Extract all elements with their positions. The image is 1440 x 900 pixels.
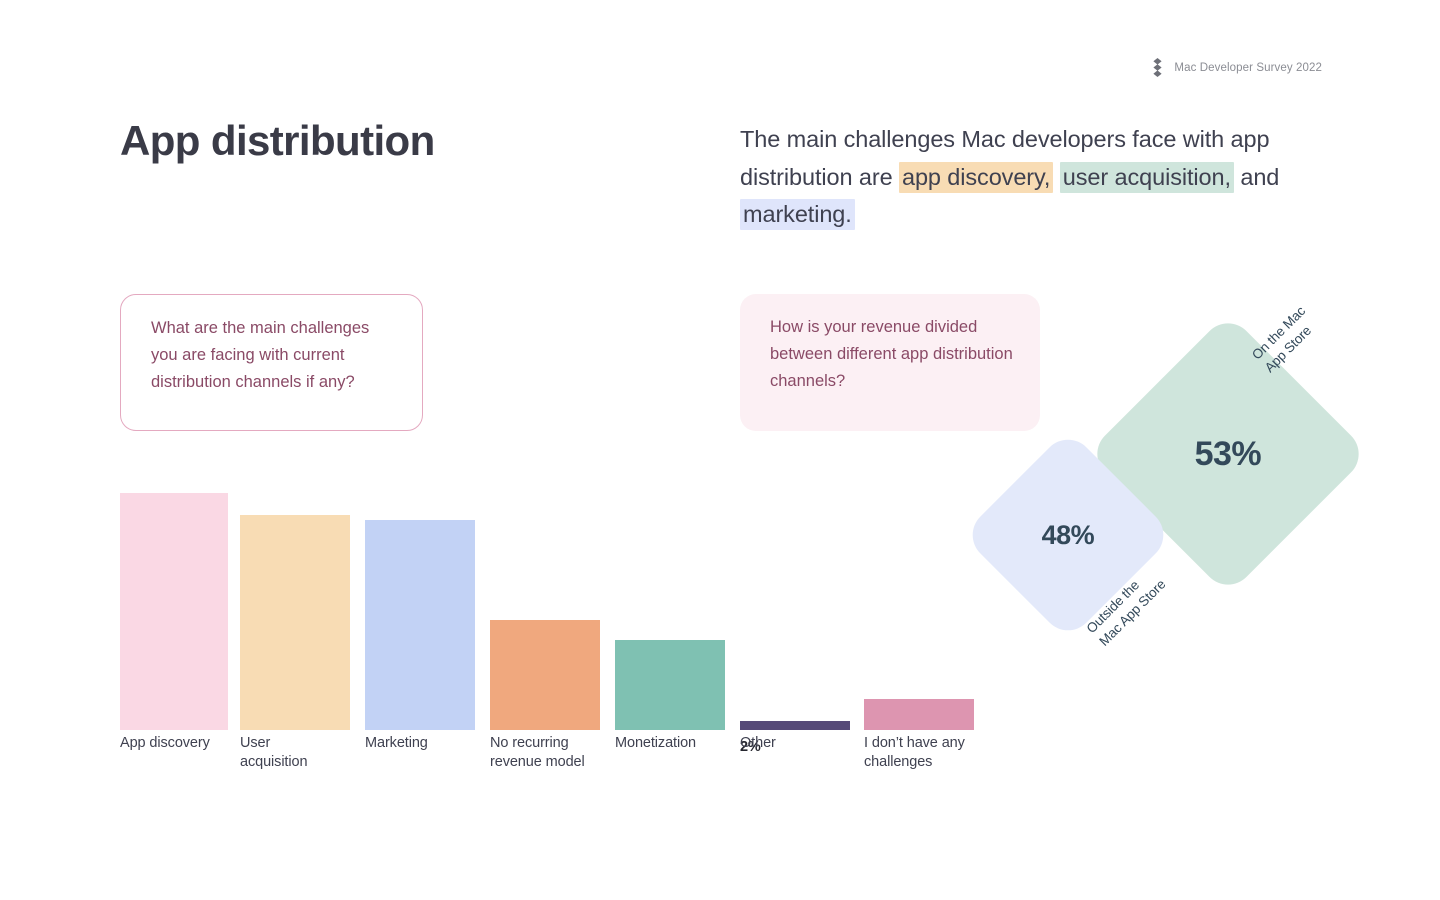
bar-category-label: App discovery <box>120 735 210 751</box>
revenue-split-diagram: 53% On the Mac App Store 48% Outside the… <box>960 280 1380 680</box>
slide-canvas: Mac Developer Survey 2022 App distributi… <box>0 0 1440 900</box>
diamond-value-label: 53% <box>1194 434 1262 473</box>
summary-text-part-3: and <box>1233 163 1280 190</box>
diamond-value-label: 48% <box>1041 519 1095 550</box>
bar-category-label: User acquisition <box>240 735 308 770</box>
bar-rect[interactable] <box>490 620 600 730</box>
bar-rect[interactable] <box>615 640 725 730</box>
bar-rect[interactable] <box>365 520 475 730</box>
highlight-user-acquisition: user acquisition, <box>1059 161 1234 193</box>
brand-header: Mac Developer Survey 2022 <box>1150 58 1322 77</box>
bar-category-label: Marketing <box>365 735 428 751</box>
highlight-marketing: marketing. <box>740 199 855 230</box>
bar-chart: 57% App discovery 52% User acquisition 5… <box>120 470 1000 790</box>
summary-statement: The main challenges Mac developers face … <box>740 121 1310 234</box>
bar-rect[interactable] <box>864 699 974 730</box>
page-title: App distribution <box>120 117 435 164</box>
summary-text-part-2 <box>1053 164 1059 190</box>
stacked-diamonds-logo-icon <box>1153 58 1162 77</box>
bar-rect[interactable] <box>120 493 228 730</box>
bar-group-no-recurring-revenue-model: 27% No recurring revenue model <box>490 470 600 790</box>
bar-category-label: Other <box>740 735 776 751</box>
bar-group-app-discovery: 57% App discovery <box>120 470 228 790</box>
question-callout-challenges: What are the main challenges you are fac… <box>120 294 423 431</box>
diamond-label-on-mac-app-store: On the Mac App Store <box>1249 303 1315 376</box>
bar-category-label: Monetization <box>615 735 697 751</box>
brand-title: Mac Developer Survey 2022 <box>1174 61 1322 74</box>
bar-group-marketing: 51% Marketing <box>365 470 475 790</box>
bar-group-user-acquisition: 52% User acquisition <box>240 470 350 790</box>
bar-group-other: 2% Other <box>740 470 850 790</box>
highlight-app-discovery: app discovery, <box>898 161 1054 193</box>
bar-rect[interactable] <box>740 721 850 730</box>
bar-category-label: I don’t have any challenges <box>864 735 965 770</box>
bar-category-label: No recurring revenue model <box>490 735 585 770</box>
bar-group-no-challenges: 7% I don’t have any challenges <box>864 470 974 790</box>
bar-rect[interactable] <box>240 515 350 730</box>
bar-group-monetization: 22% Monetization <box>615 470 725 790</box>
